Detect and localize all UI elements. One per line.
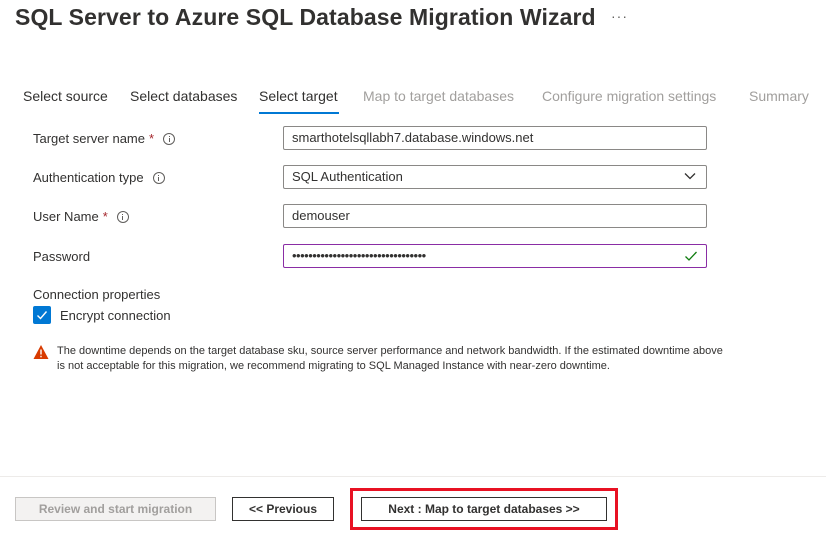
wizard-tabs: Select source Select databases Select ta… [0,88,826,116]
password-value: ••••••••••••••••••••••••••••••••• [292,248,426,263]
downtime-warning: The downtime depends on the target datab… [33,344,723,374]
next-button[interactable]: Next : Map to target databases >> [361,497,607,521]
password-input[interactable]: ••••••••••••••••••••••••••••••••• [283,244,707,268]
footer-divider [0,476,826,477]
info-icon[interactable] [152,171,165,184]
tab-select-source[interactable]: Select source [23,88,108,104]
tab-map-to-target-databases[interactable]: Map to target databases [363,88,514,104]
target-server-name-label-text: Target server name [33,131,145,146]
info-icon[interactable] [163,132,176,145]
user-name-label: User Name * [33,209,129,224]
password-label: Password [33,249,90,264]
encrypt-connection-checkbox[interactable] [33,306,51,324]
review-and-start-migration-button[interactable]: Review and start migration [15,497,216,521]
tab-configure-migration-settings[interactable]: Configure migration settings [542,88,716,104]
user-name-label-text: User Name [33,209,99,224]
encrypt-connection-row: Encrypt connection [33,306,171,324]
authentication-type-label-text: Authentication type [33,170,144,185]
active-tab-indicator [259,112,339,114]
page-title: SQL Server to Azure SQL Database Migrati… [15,4,596,30]
target-server-name-label: Target server name * [33,131,176,146]
checkmark-valid-icon [685,251,697,261]
more-options-button[interactable]: ··· [611,8,628,24]
user-name-input[interactable]: demouser [283,204,707,228]
warning-icon [33,345,49,359]
authentication-type-dropdown[interactable]: SQL Authentication [283,165,707,189]
warning-text: The downtime depends on the target datab… [57,345,723,372]
password-label-text: Password [33,249,91,264]
required-indicator: * [149,131,155,146]
target-server-name-input[interactable]: smarthotelsqllabh7.database.windows.net [283,126,707,150]
chevron-down-icon [684,173,696,180]
previous-button[interactable]: << Previous [232,497,334,521]
tab-select-databases[interactable]: Select databases [130,88,237,104]
checkmark-icon [37,311,48,320]
tab-select-target[interactable]: Select target [259,88,338,104]
migration-wizard-page: SQL Server to Azure SQL Database Migrati… [0,0,826,538]
tab-summary[interactable]: Summary [749,88,809,104]
required-indicator: * [102,209,108,224]
info-icon[interactable] [116,210,129,223]
connection-properties-label: Connection properties [33,287,161,302]
authentication-type-value: SQL Authentication [292,169,403,184]
authentication-type-label: Authentication type [33,170,165,185]
encrypt-connection-label: Encrypt connection [60,307,171,323]
